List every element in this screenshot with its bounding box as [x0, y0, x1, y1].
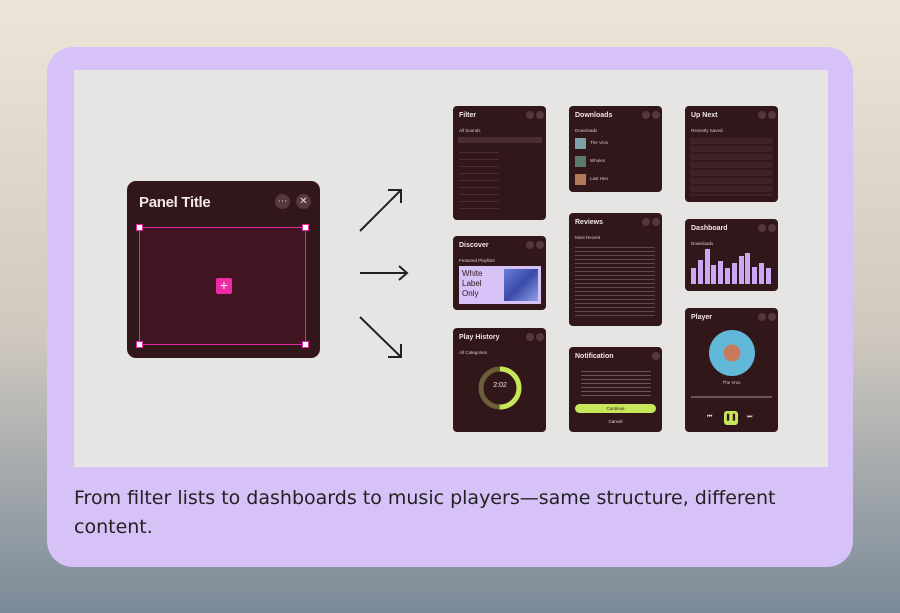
- dashboard-title: Dashboard: [691, 225, 728, 232]
- filter-panel: Filter All Sounds: [453, 106, 546, 220]
- chart-bar: [759, 263, 764, 284]
- discover-subtitle: Featured Playlists: [459, 258, 495, 263]
- discover-title: Discover: [459, 242, 489, 249]
- thumbnail: [575, 138, 586, 149]
- arrows: [359, 189, 409, 358]
- close-icon[interactable]: [768, 111, 776, 119]
- resize-handle[interactable]: [302, 224, 309, 231]
- notification-title: Notification: [575, 353, 614, 360]
- close-icon[interactable]: [652, 218, 660, 226]
- close-icon[interactable]: [652, 352, 660, 360]
- previous-icon[interactable]: ⏮: [707, 414, 712, 421]
- download-item[interactable]: Last Hen: [590, 176, 608, 181]
- chart-bar: [765, 268, 771, 284]
- player-title: Player: [691, 314, 713, 321]
- review-text-lines: [575, 247, 655, 317]
- ellipsis-icon[interactable]: [526, 333, 534, 341]
- ellipsis-icon[interactable]: [526, 111, 534, 119]
- caption: From filter lists to dashboards to music…: [74, 487, 776, 538]
- filter-selected-row[interactable]: [458, 137, 542, 143]
- player-panel: Player The Vrox ⏮ ❚❚ ⏭: [685, 308, 778, 432]
- discover-panel: Discover Featured Playlists White Label …: [453, 236, 546, 310]
- notification-text-lines: [581, 371, 651, 397]
- chart-bar: [704, 249, 710, 284]
- dashboard-panel: Dashboard Downloads: [685, 219, 778, 291]
- dashboard-subtitle: Downloads: [691, 241, 714, 246]
- filter-list: [459, 146, 499, 209]
- ellipsis-icon[interactable]: [758, 111, 766, 119]
- ellipsis-icon[interactable]: [758, 313, 766, 321]
- close-icon[interactable]: ✕: [296, 194, 311, 209]
- resize-handle[interactable]: [136, 224, 143, 231]
- up-next-subtitle: Recently Saved: [691, 128, 723, 133]
- notification-panel: Notification Continue Cancel: [569, 347, 662, 432]
- thumbnail: [575, 174, 586, 185]
- bar-chart: [691, 249, 773, 284]
- reviews-panel: Reviews Most Recent: [569, 213, 662, 326]
- play-history-subtitle: All Categories: [459, 350, 488, 355]
- track-title: The Vrox: [722, 380, 741, 385]
- resize-handle[interactable]: [136, 341, 143, 348]
- download-item[interactable]: Wholes: [590, 158, 605, 163]
- big-panel: Panel Title ⋯ ✕ +: [127, 181, 320, 358]
- close-icon[interactable]: [768, 313, 776, 321]
- pause-button[interactable]: ❚❚: [724, 411, 738, 425]
- queue-list[interactable]: [690, 138, 773, 196]
- reviews-subtitle: Most Recent: [575, 235, 601, 240]
- up-next-title: Up Next: [691, 112, 718, 119]
- progress-bar[interactable]: [691, 396, 772, 398]
- chart-bar: [718, 261, 724, 284]
- close-icon[interactable]: [652, 111, 660, 119]
- ellipsis-icon[interactable]: [642, 218, 650, 226]
- play-time: 2:02: [493, 382, 507, 389]
- resize-handle[interactable]: [302, 341, 309, 348]
- chart-bar: [697, 259, 703, 284]
- chart-bar: [711, 264, 717, 284]
- play-history-panel: Play History All Categories 2:02: [453, 328, 546, 432]
- filter-subtitle: All Sounds: [459, 128, 481, 133]
- continue-button[interactable]: Continue: [575, 404, 656, 413]
- thumbnail: [575, 156, 586, 167]
- downloads-panel: Downloads Downloads The Vrox Wholes Last…: [569, 106, 662, 192]
- next-icon[interactable]: ⏭: [747, 414, 752, 421]
- chart-bar: [745, 252, 751, 284]
- close-icon[interactable]: [536, 333, 544, 341]
- downloads-title: Downloads: [575, 112, 613, 119]
- ellipsis-icon[interactable]: [526, 241, 534, 249]
- album-art: [709, 330, 755, 376]
- featured-card-text: White Label Only: [462, 269, 483, 298]
- downloads-subtitle: Downloads: [575, 128, 598, 133]
- chart-bar: [725, 268, 730, 284]
- close-icon[interactable]: [768, 224, 776, 232]
- filter-title: Filter: [459, 112, 477, 119]
- selection-area[interactable]: +: [136, 224, 309, 348]
- download-item[interactable]: The Vrox: [590, 140, 608, 145]
- close-icon[interactable]: [536, 111, 544, 119]
- plus-icon[interactable]: +: [216, 278, 232, 294]
- reviews-title: Reviews: [575, 219, 604, 226]
- close-icon[interactable]: [536, 241, 544, 249]
- ellipsis-icon[interactable]: [758, 224, 766, 232]
- chart-bar: [731, 263, 737, 284]
- play-history-title: Play History: [459, 334, 500, 341]
- chart-bar: [691, 268, 696, 284]
- ellipsis-icon[interactable]: [642, 111, 650, 119]
- up-next-panel: Up Next Recently Saved: [685, 106, 778, 202]
- ellipsis-icon[interactable]: ⋯: [275, 194, 290, 209]
- cover-art: [504, 269, 538, 301]
- chart-bar: [738, 256, 744, 284]
- panel-title: Panel Title: [139, 194, 211, 211]
- featured-card[interactable]: White Label Only: [459, 266, 541, 304]
- cancel-button[interactable]: Cancel: [575, 417, 656, 426]
- chart-bar: [752, 266, 758, 284]
